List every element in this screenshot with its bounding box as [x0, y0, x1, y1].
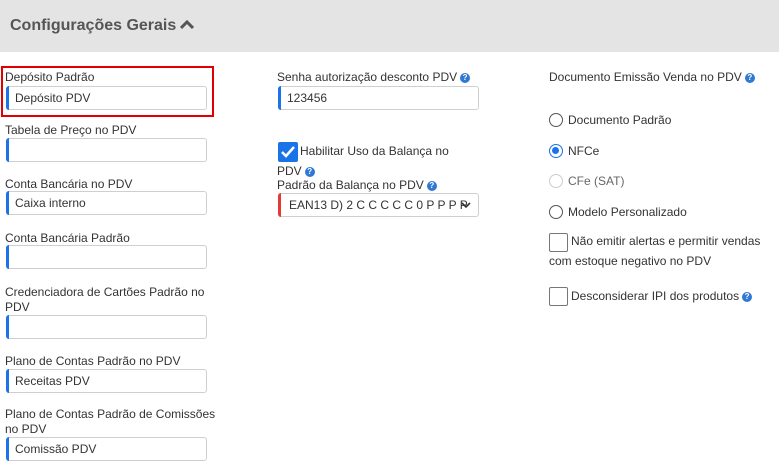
conta-bancaria-pdv-field[interactable]: Caixa interno — [6, 191, 207, 215]
padrao-balanca-select[interactable]: EAN13 D) 2 C C C C C 0 P P P P — [278, 193, 479, 217]
question-icon[interactable]: ? — [304, 166, 315, 177]
checkmark-icon — [281, 146, 295, 158]
padrao-balanca-value: EAN13 D) 2 C C C C C 0 P P P P — [289, 198, 468, 212]
radio-modelo-personalizado[interactable] — [549, 205, 563, 219]
alertas-label-2: com estoque negativo no PDV — [549, 254, 712, 268]
question-icon[interactable]: ? — [744, 72, 755, 83]
chevron-up-icon[interactable] — [180, 20, 194, 30]
plano-comissoes-label-2: no PDV — [5, 422, 47, 436]
tabela-preco-label: Tabela de Preço no PDV — [5, 123, 137, 137]
senha-field[interactable]: 123456 — [278, 86, 479, 110]
alertas-label-1: Não emitir alertas e permitir vendas — [571, 234, 761, 248]
padrao-balanca-label: Padrão da Balança no PDV — [277, 178, 424, 192]
conta-bancaria-pdv-label: Conta Bancária no PDV — [5, 177, 133, 191]
senha-label-text: Senha autorização desconto PDV — [277, 70, 458, 84]
deposito-label: Depósito Padrão — [5, 70, 95, 84]
credenciadora-label-1: Credenciadora de Cartões Padrão no — [5, 285, 205, 299]
plano-comissoes-field[interactable]: Comissão PDV — [6, 437, 207, 461]
radio-modelo-personalizado-label: Modelo Personalizado — [568, 205, 687, 219]
tabela-preco-field[interactable] — [6, 138, 207, 162]
radio-cfe-sat-label: CFe (SAT) — [568, 174, 625, 188]
radio-documento-padrao-label: Documento Padrão — [568, 113, 672, 127]
balanca-label-1: Habilitar Uso da Balança no — [300, 144, 449, 158]
senha-label: Senha autorização desconto PDV? — [277, 69, 471, 85]
plano-contas-label: Plano de Contas Padrão no PDV — [5, 354, 181, 368]
credenciadora-field[interactable] — [6, 315, 207, 339]
radio-nfce-label: NFCe — [568, 144, 600, 158]
plano-contas-field[interactable]: Receitas PDV — [6, 369, 207, 393]
radio-documento-padrao[interactable] — [549, 113, 563, 127]
padrao-balanca-label-wrap: Padrão da Balança no PDV? — [277, 177, 437, 193]
section-header[interactable]: Configurações Gerais — [0, 0, 779, 52]
chevron-down-icon — [461, 202, 471, 209]
conta-bancaria-padrao-label: Conta Bancária Padrão — [5, 231, 130, 245]
ipi-label: Desconsiderar IPI dos produtos — [571, 289, 740, 303]
ipi-label-wrap: Desconsiderar IPI dos produtos? — [571, 288, 753, 304]
conta-bancaria-padrao-field[interactable] — [6, 245, 207, 269]
ipi-checkbox[interactable] — [549, 287, 568, 306]
radio-cfe-sat — [549, 174, 563, 188]
section-title: Configurações Gerais — [10, 17, 177, 34]
credenciadora-label-2: PDV — [5, 300, 30, 314]
balanca-checkbox[interactable] — [278, 142, 298, 162]
question-icon[interactable]: ? — [426, 180, 437, 191]
balanca-label-2: PDV — [277, 164, 302, 178]
documento-label-wrap: Documento Emissão Venda no PDV? — [549, 69, 755, 85]
plano-comissoes-label-1: Plano de Contas Padrão de Comissões — [5, 407, 216, 421]
question-icon[interactable]: ? — [742, 291, 753, 302]
radio-nfce[interactable] — [549, 144, 563, 158]
question-icon[interactable]: ? — [460, 72, 471, 83]
alertas-checkbox[interactable] — [549, 233, 568, 252]
deposito-field[interactable]: Depósito PDV — [6, 86, 207, 110]
documento-label: Documento Emissão Venda no PDV — [549, 70, 742, 84]
